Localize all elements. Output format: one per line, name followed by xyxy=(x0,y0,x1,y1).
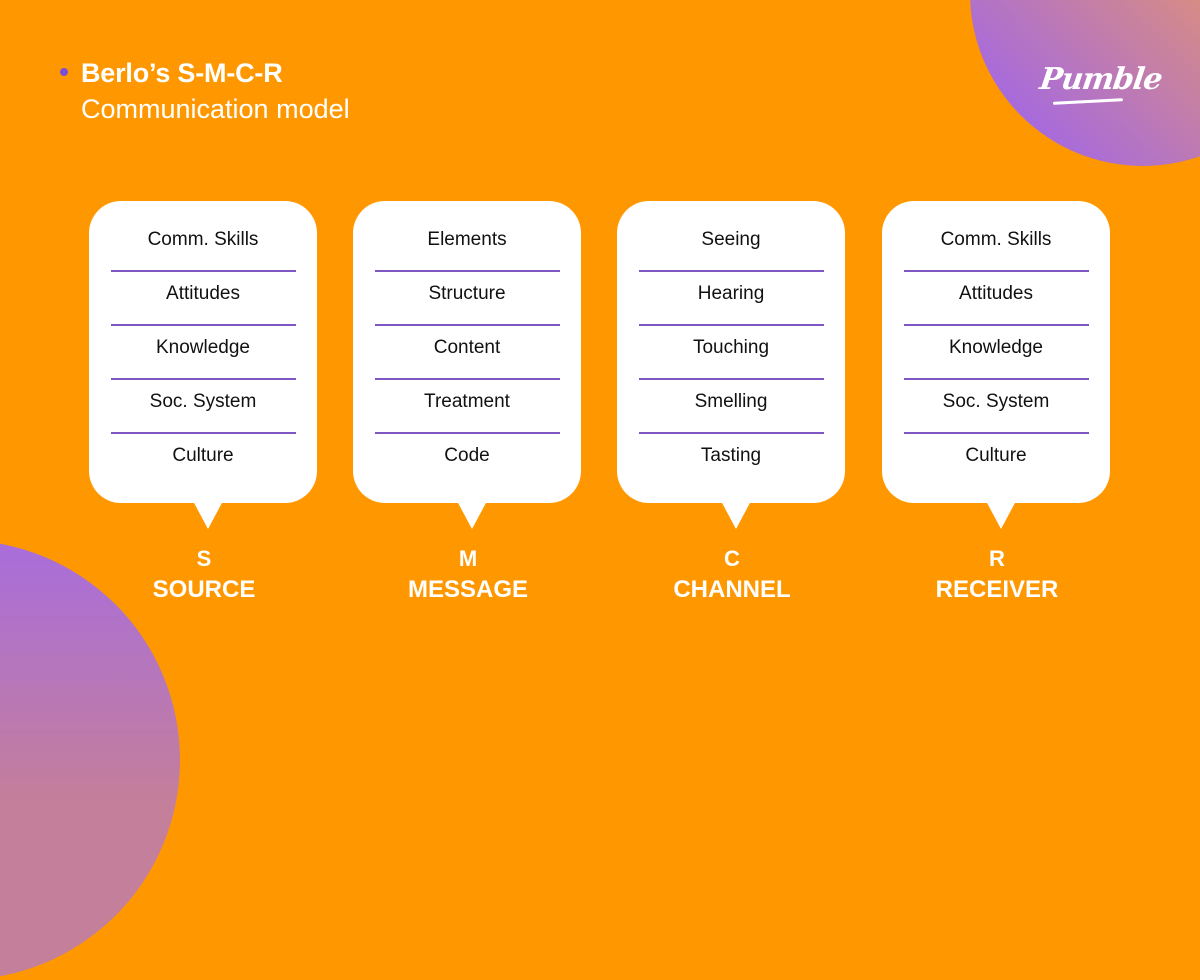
speech-bubble-tail xyxy=(457,501,487,529)
card-item: Culture xyxy=(172,445,234,466)
divider xyxy=(111,432,296,434)
divider xyxy=(639,432,824,434)
label-channel: C CHANNEL xyxy=(618,544,846,606)
label-letter: S xyxy=(196,546,212,571)
divider xyxy=(904,324,1089,326)
card-item: Comm. Skills xyxy=(147,229,259,250)
label-receiver: R RECEIVER xyxy=(883,544,1111,606)
card-item: Hearing xyxy=(697,283,765,304)
card-channel: Seeing Hearing Touching Smelling Tasting xyxy=(617,201,845,529)
card-item: Tasting xyxy=(700,445,762,466)
card-item: Seeing xyxy=(701,229,761,250)
divider xyxy=(904,270,1089,272)
divider xyxy=(111,324,296,326)
card-item: Culture xyxy=(965,445,1027,466)
divider xyxy=(375,378,560,380)
divider xyxy=(639,378,824,380)
divider xyxy=(904,432,1089,434)
label-word: CHANNEL xyxy=(673,576,791,603)
title-main: Berlo’s S-M-C-R xyxy=(81,58,283,88)
label-word: SOURCE xyxy=(152,576,256,603)
card-item: Treatment xyxy=(424,391,510,412)
pumble-logo: Pumble xyxy=(1037,62,1165,97)
label-letter: M xyxy=(458,546,478,571)
speech-bubble-tail xyxy=(193,501,223,529)
divider xyxy=(375,324,560,326)
divider xyxy=(639,324,824,326)
speech-bubble-tail xyxy=(986,501,1016,529)
label-letter: R xyxy=(989,546,1005,571)
title-subtitle: Communication model xyxy=(81,94,350,124)
divider xyxy=(111,270,296,272)
card-item: Soc. System xyxy=(942,391,1050,412)
card-item: Structure xyxy=(428,283,506,304)
card-item: Touching xyxy=(692,337,770,358)
divider xyxy=(375,270,560,272)
card-item: Knowledge xyxy=(155,337,251,358)
label-word: MESSAGE xyxy=(407,576,529,603)
label-message: M MESSAGE xyxy=(354,544,582,606)
card-item: Knowledge xyxy=(948,337,1044,358)
card-item: Attitudes xyxy=(166,283,240,304)
label-word: RECEIVER xyxy=(935,576,1059,603)
card-source: Comm. Skills Attitudes Knowledge Soc. Syste… xyxy=(89,201,317,529)
divider xyxy=(639,270,824,272)
card-receiver: Comm. Skills Attitudes Knowledge Soc. Syste… xyxy=(882,201,1110,529)
label-letter: C xyxy=(724,546,740,571)
bullet-icon xyxy=(60,68,68,76)
divider xyxy=(375,432,560,434)
card-item: Attitudes xyxy=(959,283,1033,304)
card-item: Content xyxy=(433,337,501,358)
card-item: Soc. System xyxy=(149,391,257,412)
card-item: Smelling xyxy=(694,391,768,412)
divider xyxy=(904,378,1089,380)
card-message: Elements Structure Content Treatment Code xyxy=(353,201,581,529)
speech-bubble-tail xyxy=(721,501,751,529)
card-item: Comm. Skills xyxy=(940,229,1052,250)
label-source: S SOURCE xyxy=(90,544,318,606)
card-item: Elements xyxy=(427,229,507,250)
decorative-circle-bottom-left xyxy=(0,540,180,980)
card-item: Code xyxy=(444,445,490,466)
divider xyxy=(111,378,296,380)
